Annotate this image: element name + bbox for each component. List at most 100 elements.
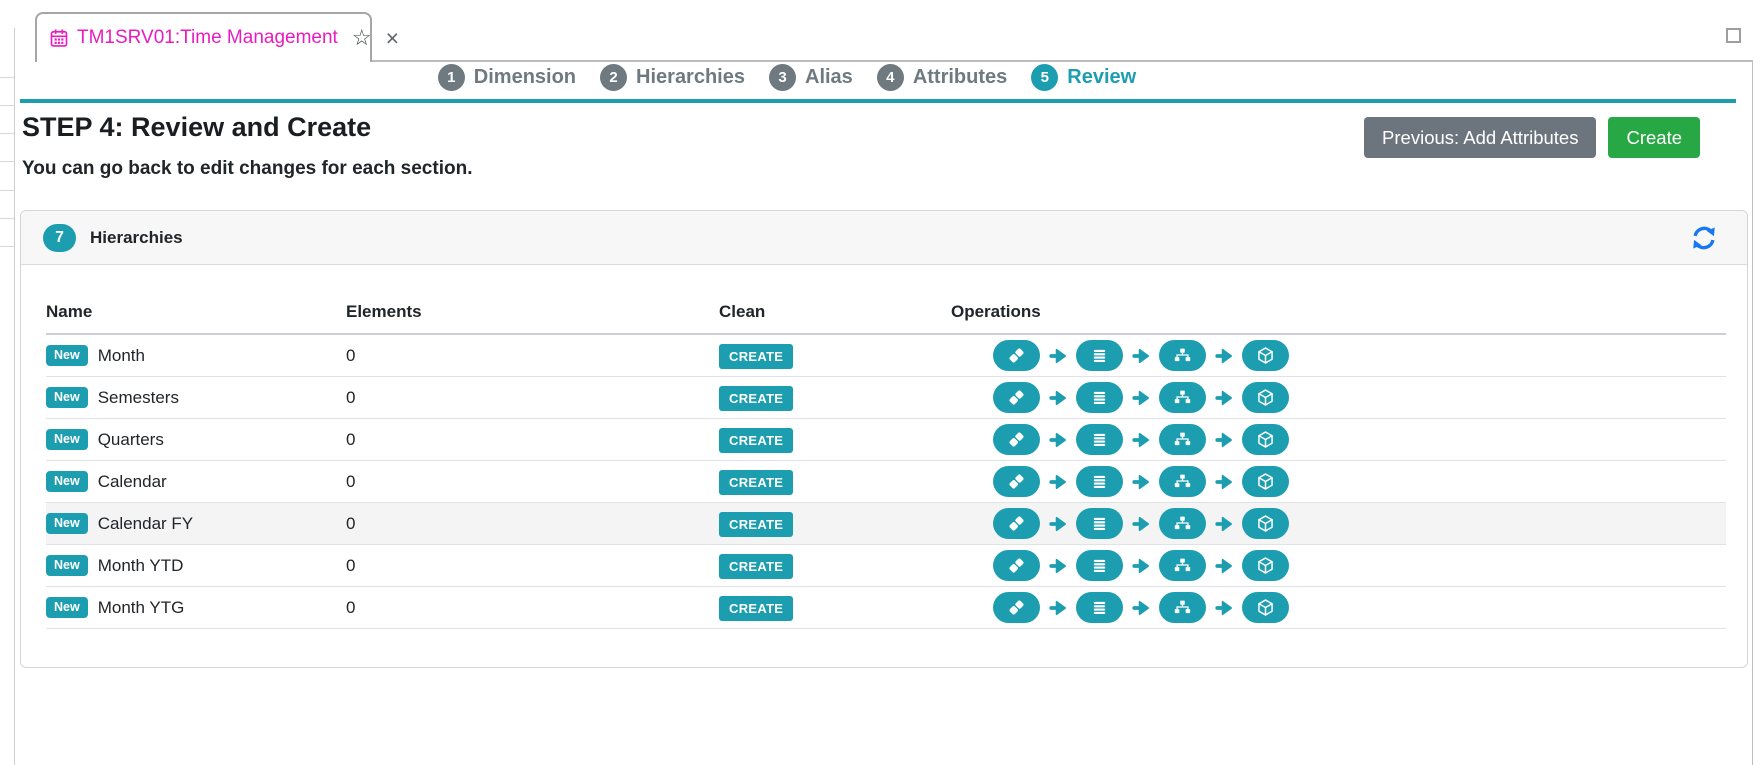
cube-operation-icon[interactable] bbox=[1242, 340, 1289, 371]
arrow-right-icon bbox=[1131, 346, 1151, 366]
table-row: New Month 0 CREATE bbox=[46, 334, 1726, 377]
cube-operation-icon[interactable] bbox=[1242, 550, 1289, 581]
operations-pipeline bbox=[951, 340, 1331, 371]
arrow-right-icon bbox=[1131, 556, 1151, 576]
arrow-right-icon bbox=[1214, 556, 1234, 576]
stepper-underline bbox=[20, 99, 1736, 103]
cube-icon bbox=[1255, 513, 1276, 534]
page-subtitle: You can go back to edit changes for each… bbox=[22, 158, 472, 180]
eraser-operation-icon[interactable] bbox=[993, 592, 1040, 623]
sitemap-icon bbox=[1172, 513, 1193, 534]
eraser-icon bbox=[1006, 597, 1027, 618]
list-operation-icon[interactable] bbox=[1076, 340, 1123, 371]
panel-title: Hierarchies bbox=[90, 228, 183, 248]
background-row-line bbox=[0, 190, 14, 191]
step-label: Review bbox=[1067, 66, 1136, 89]
new-badge: New bbox=[46, 513, 88, 534]
cube-operation-icon[interactable] bbox=[1242, 592, 1289, 623]
maximize-icon[interactable] bbox=[1726, 28, 1741, 43]
cube-icon bbox=[1255, 345, 1276, 366]
sitemap-operation-icon[interactable] bbox=[1159, 466, 1206, 497]
cube-operation-icon[interactable] bbox=[1242, 466, 1289, 497]
sitemap-operation-icon[interactable] bbox=[1159, 508, 1206, 539]
table-row: New Month YTD 0 CREATE bbox=[46, 545, 1726, 587]
list-operation-icon[interactable] bbox=[1076, 550, 1123, 581]
list-operation-icon[interactable] bbox=[1076, 424, 1123, 455]
sitemap-operation-icon[interactable] bbox=[1159, 382, 1206, 413]
close-icon[interactable]: × bbox=[386, 27, 399, 50]
hierarchies-panel: 7 Hierarchies Name Elements Clean Operat… bbox=[20, 210, 1748, 668]
cube-operation-icon[interactable] bbox=[1242, 424, 1289, 455]
sitemap-icon bbox=[1172, 429, 1193, 450]
sitemap-operation-icon[interactable] bbox=[1159, 340, 1206, 371]
refresh-button[interactable] bbox=[1691, 225, 1717, 251]
background-row-line bbox=[0, 246, 14, 247]
cube-operation-icon[interactable] bbox=[1242, 382, 1289, 413]
eraser-icon bbox=[1006, 387, 1027, 408]
refresh-icon bbox=[1691, 225, 1717, 251]
step-review[interactable]: 5 Review bbox=[1031, 64, 1136, 91]
step-hierarchies[interactable]: 2 Hierarchies bbox=[600, 64, 745, 91]
list-operation-icon[interactable] bbox=[1076, 466, 1123, 497]
column-header-name: Name bbox=[46, 291, 346, 334]
cube-icon bbox=[1255, 555, 1276, 576]
dimension-editor-tab[interactable]: TM1SRV01:Time Management ☆ × bbox=[35, 12, 372, 62]
cube-operation-icon[interactable] bbox=[1242, 508, 1289, 539]
operations-pipeline bbox=[951, 508, 1331, 539]
previous-button[interactable]: Previous: Add Attributes bbox=[1364, 117, 1596, 158]
list-icon bbox=[1089, 429, 1110, 450]
arrow-right-icon bbox=[1048, 556, 1068, 576]
step-number-badge: 3 bbox=[769, 64, 796, 91]
elements-count: 0 bbox=[346, 587, 719, 629]
create-button[interactable]: Create bbox=[1608, 117, 1700, 158]
sitemap-operation-icon[interactable] bbox=[1159, 424, 1206, 455]
background-row-line bbox=[0, 105, 14, 106]
hierarchy-name: Month bbox=[98, 346, 145, 366]
favorite-star-icon[interactable]: ☆ bbox=[352, 27, 372, 49]
arrow-right-icon bbox=[1214, 472, 1234, 492]
create-status-badge: CREATE bbox=[719, 554, 793, 579]
wizard-stepper: 1 Dimension 2 Hierarchies 3 Alias 4 Attr… bbox=[0, 64, 1667, 91]
step-dimension[interactable]: 1 Dimension bbox=[438, 64, 576, 91]
list-icon bbox=[1089, 387, 1110, 408]
eraser-operation-icon[interactable] bbox=[993, 424, 1040, 455]
eraser-operation-icon[interactable] bbox=[993, 508, 1040, 539]
sitemap-icon bbox=[1172, 471, 1193, 492]
arrow-right-icon bbox=[1048, 346, 1068, 366]
eraser-operation-icon[interactable] bbox=[993, 550, 1040, 581]
elements-count: 0 bbox=[346, 377, 719, 419]
eraser-icon bbox=[1006, 429, 1027, 450]
eraser-icon bbox=[1006, 555, 1027, 576]
hierarchy-name: Month YTG bbox=[98, 598, 185, 618]
arrow-right-icon bbox=[1048, 598, 1068, 618]
operations-pipeline bbox=[951, 424, 1331, 455]
hierarchy-name: Quarters bbox=[98, 430, 164, 450]
sitemap-operation-icon[interactable] bbox=[1159, 550, 1206, 581]
create-status-badge: CREATE bbox=[719, 470, 793, 495]
elements-count: 0 bbox=[346, 419, 719, 461]
step-alias[interactable]: 3 Alias bbox=[769, 64, 853, 91]
arrow-right-icon bbox=[1048, 388, 1068, 408]
eraser-operation-icon[interactable] bbox=[993, 340, 1040, 371]
table-row: New Calendar FY 0 CREATE bbox=[46, 503, 1726, 545]
arrow-right-icon bbox=[1214, 388, 1234, 408]
calendar-icon bbox=[49, 28, 69, 48]
tab-bar-divider bbox=[371, 60, 1753, 62]
step-attributes[interactable]: 4 Attributes bbox=[877, 64, 1007, 91]
sitemap-operation-icon[interactable] bbox=[1159, 592, 1206, 623]
eraser-operation-icon[interactable] bbox=[993, 382, 1040, 413]
list-operation-icon[interactable] bbox=[1076, 592, 1123, 623]
list-icon bbox=[1089, 345, 1110, 366]
table-row: New Calendar 0 CREATE bbox=[46, 461, 1726, 503]
step-number-badge: 1 bbox=[438, 64, 465, 91]
list-operation-icon[interactable] bbox=[1076, 382, 1123, 413]
eraser-icon bbox=[1006, 345, 1027, 366]
background-panel-border bbox=[14, 28, 15, 765]
step-label: Attributes bbox=[913, 66, 1007, 89]
sitemap-icon bbox=[1172, 555, 1193, 576]
sitemap-icon bbox=[1172, 345, 1193, 366]
elements-count: 0 bbox=[346, 503, 719, 545]
cube-icon bbox=[1255, 429, 1276, 450]
eraser-operation-icon[interactable] bbox=[993, 466, 1040, 497]
list-operation-icon[interactable] bbox=[1076, 508, 1123, 539]
